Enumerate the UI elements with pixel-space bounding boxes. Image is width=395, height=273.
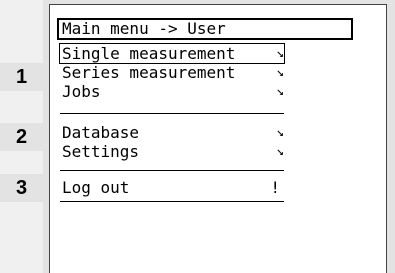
device-screen-figure: 1 2 3 Main menu -> User Single measureme… xyxy=(0,0,395,273)
menu-divider xyxy=(60,113,284,114)
menu-divider xyxy=(60,170,284,171)
submenu-arrow-icon: ↘ xyxy=(276,144,284,159)
menu-item-label: Log out xyxy=(62,178,130,197)
menu-group-2: Database ↘ Settings ↘ xyxy=(60,123,284,161)
menu-item-single-measurement[interactable]: Single measurement ↘ xyxy=(59,43,285,64)
menu-item-label: Jobs xyxy=(62,82,101,101)
callout-number-1: 1 xyxy=(15,66,28,88)
menu-title-bar: Main menu -> User xyxy=(57,18,353,40)
menu-item-settings[interactable]: Settings ↘ xyxy=(60,142,284,161)
callout-number-3: 3 xyxy=(15,177,28,199)
menu-divider xyxy=(60,201,284,202)
menu-group-1: Single measurement ↘ Series measurement … xyxy=(59,43,285,101)
exclamation-icon: ! xyxy=(270,178,280,197)
callout-number-2: 2 xyxy=(15,126,28,148)
submenu-arrow-icon: ↘ xyxy=(276,125,284,140)
menu-item-database[interactable]: Database ↘ xyxy=(60,123,284,142)
menu-item-label: Single measurement xyxy=(62,44,236,63)
submenu-arrow-icon: ↘ xyxy=(276,46,284,61)
menu-item-log-out[interactable]: Log out ! xyxy=(60,178,284,197)
menu-item-label: Settings xyxy=(62,142,140,161)
menu-group-3: Log out ! xyxy=(60,178,284,197)
menu-item-series-measurement[interactable]: Series measurement ↘ xyxy=(60,63,284,82)
submenu-arrow-icon: ↘ xyxy=(276,84,284,99)
menu-item-label: Series measurement xyxy=(62,63,236,82)
menu-item-label: Database xyxy=(62,123,140,142)
menu-item-jobs[interactable]: Jobs ↘ xyxy=(60,82,284,101)
submenu-arrow-icon: ↘ xyxy=(276,65,284,80)
